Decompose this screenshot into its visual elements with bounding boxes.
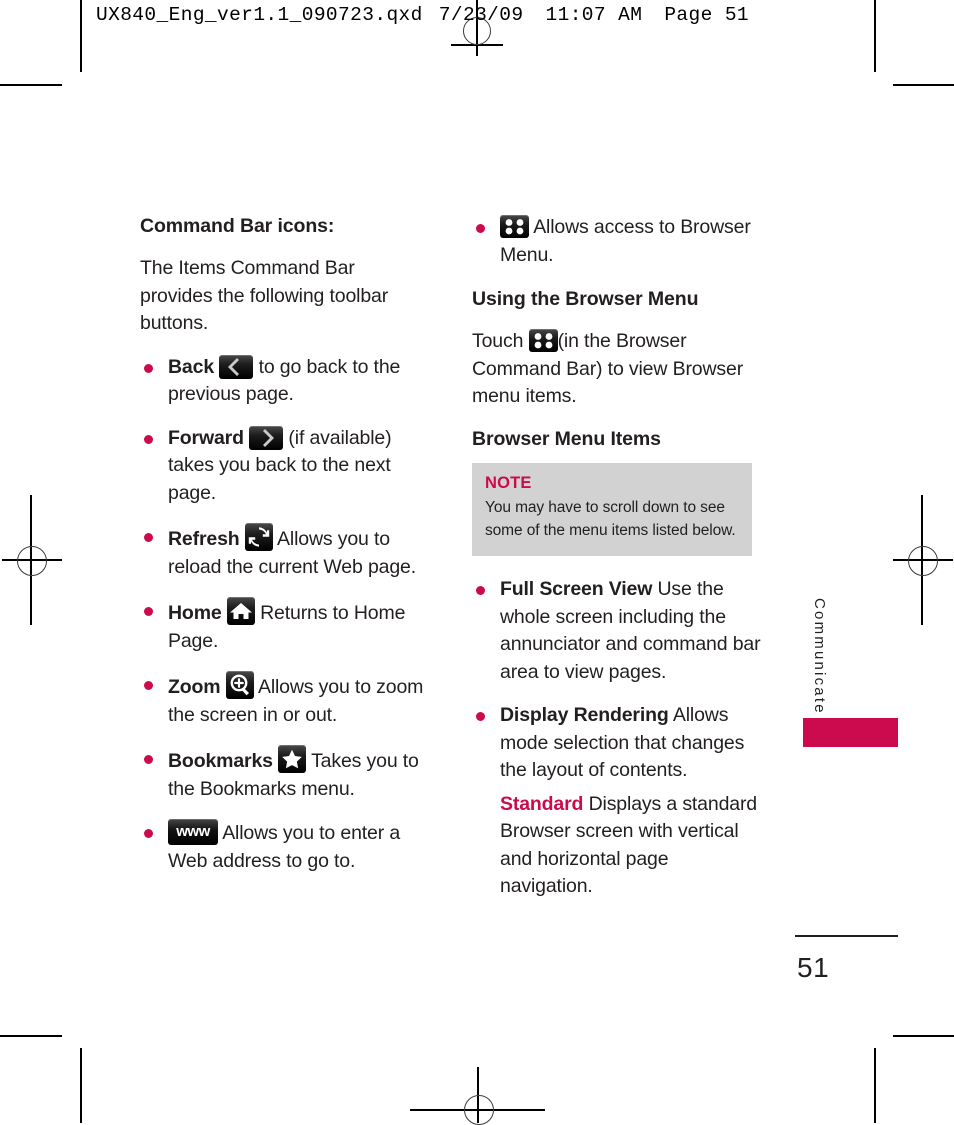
crop-mark-top-left-vertical [80, 0, 82, 72]
registration-mark-bottom [410, 1053, 545, 1125]
note-body-text: You may have to scroll down to see some … [485, 499, 736, 540]
list-item: Allows access to Browser Menu. [472, 214, 764, 269]
bullet-dot-icon [144, 829, 153, 839]
list-item: Home Returns to Home Page. [140, 597, 432, 655]
sub-item-term: Standard [500, 792, 584, 815]
browser-menu-items-heading: Browser Menu Items [472, 427, 661, 450]
home-icon[interactable] [226, 597, 255, 626]
back-arrow-icon[interactable] [219, 354, 254, 379]
crop-mark-left-bottom-horizontal [0, 1035, 62, 1037]
section-side-label: Communicate [811, 598, 828, 715]
command-bar-icons-heading: Command Bar icons: [140, 215, 335, 237]
crop-mark-left-top-horizontal [0, 84, 62, 86]
slug-page-label: Page 51 [664, 4, 750, 26]
four-dots-menu-icon[interactable] [500, 215, 529, 238]
bullet-dot-icon [144, 533, 153, 543]
crop-mark-right-bottom-horizontal [893, 1035, 954, 1037]
bullet-dot-icon [476, 712, 485, 722]
browser-menu-items-list: Full Screen View Use the whole screen in… [472, 576, 764, 785]
list-item: Full Screen View Use the whole screen in… [472, 576, 764, 686]
four-dots-menu-icon[interactable] [528, 329, 558, 353]
bullet-dot-icon [476, 586, 485, 596]
item-term: Back [168, 355, 215, 378]
item-text: Allows access to Browser Menu. [500, 216, 751, 266]
list-item: Zoom Allows you to zoom the screen in or… [140, 671, 432, 729]
print-slug-line: UX840_Eng_ver1.1_090723.qxd 7/23/09 11:07 … [96, 4, 749, 26]
bullet-dot-icon [144, 607, 153, 617]
slug-filename: UX840_Eng_ver1.1_090723.qxd [96, 4, 423, 26]
item-term: Bookmarks [168, 750, 273, 773]
list-item: Back to go back to the previous page. [140, 354, 432, 409]
crop-mark-top-right-vertical [874, 0, 876, 72]
www-icon[interactable]: www [168, 819, 218, 846]
list-item: Display Rendering Allows mode selection … [472, 702, 764, 785]
slug-date: 7/23/09 [438, 4, 524, 26]
touch-prefix-text: Touch [472, 330, 529, 353]
section-thumb-tab [803, 718, 898, 747]
using-browser-menu-heading: Using the Browser Menu [472, 288, 699, 310]
zoom-in-icon[interactable] [225, 671, 254, 700]
refresh-icon[interactable] [244, 523, 273, 552]
crop-mark-bottom-right-vertical [874, 1048, 876, 1123]
touch-instruction-paragraph: Touch (in the Browser Command Bar) to vi… [472, 328, 764, 411]
bullet-dot-icon [476, 224, 485, 233]
forward-arrow-icon[interactable] [249, 425, 284, 450]
registration-mark-right [893, 495, 953, 625]
browser-menu-access-list: Allows access to Browser Menu. [472, 214, 764, 269]
bullet-dot-icon [144, 363, 153, 373]
item-term: Refresh [168, 528, 240, 551]
note-title: NOTE [485, 474, 532, 493]
page-number: 51 [797, 952, 830, 983]
bullet-dot-icon [144, 755, 153, 765]
right-column: Allows access to Browser Menu. Using the… [472, 214, 764, 917]
list-item: www Allows you to enter a Web address to… [140, 819, 432, 875]
item-term: Forward [168, 426, 244, 449]
command-bar-icon-list: Back to go back to the previous page. Fo… [140, 354, 432, 876]
bullet-dot-icon [144, 681, 153, 691]
command-bar-intro-paragraph: The Items Command Bar provides the follo… [140, 257, 389, 335]
star-bookmark-icon[interactable] [278, 745, 307, 774]
list-item: Bookmarks Takes you to the Bookmarks men… [140, 745, 432, 803]
note-callout-box: NOTE You may have to scroll down to see … [472, 463, 752, 557]
slug-time: 11:07 AM [545, 4, 643, 26]
standard-sub-item: Standard Displays a standard Browser scr… [472, 791, 764, 901]
left-column: Command Bar icons: The Items Command Bar… [140, 214, 432, 891]
crop-mark-right-top-horizontal [893, 84, 954, 86]
footer-rule [795, 935, 898, 937]
item-term: Zoom [168, 676, 221, 699]
item-term: Home [168, 602, 222, 625]
bullet-dot-icon [144, 434, 153, 444]
list-item: Refresh Allows you to reload the current… [140, 523, 432, 581]
registration-mark-left [2, 495, 62, 625]
list-item: Forward (if available) takes you back to… [140, 425, 432, 508]
crop-mark-bottom-left-vertical [80, 1048, 82, 1123]
item-term: Display Rendering [500, 704, 669, 727]
item-term: Full Screen View [500, 578, 653, 601]
